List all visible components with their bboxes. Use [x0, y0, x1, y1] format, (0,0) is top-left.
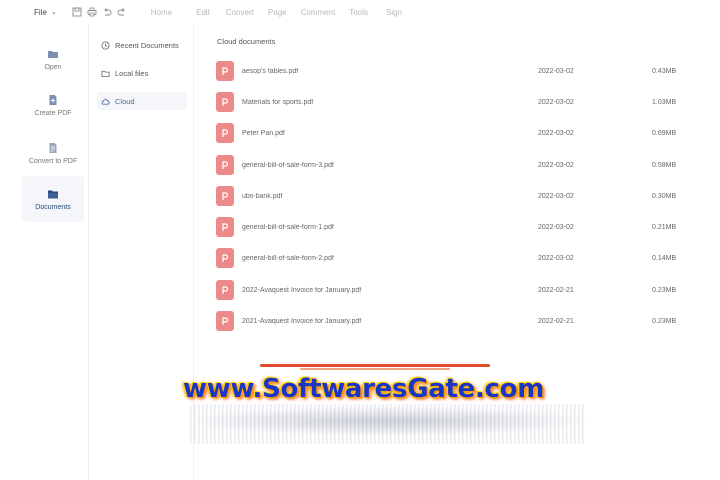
file-date: 2022-02-21 [538, 317, 574, 325]
file-menu[interactable]: File ⌄ [34, 8, 57, 17]
file-date: 2022-03-02 [538, 254, 574, 262]
pdf-file-icon [216, 61, 234, 81]
file-size: 0.69MB [652, 129, 677, 137]
file-date: 2022-03-02 [538, 192, 574, 200]
redo-icon[interactable] [116, 6, 128, 18]
pdf-file-icon [216, 311, 234, 331]
menu-convert[interactable]: Convert [226, 8, 254, 17]
file-row[interactable]: Materials for sports.pdf 2022-03-02 1.03… [216, 90, 696, 114]
clock-icon [101, 40, 110, 50]
menu-sign[interactable]: Sign [386, 8, 402, 17]
pdf-file-icon [216, 217, 234, 237]
file-size: 0.14MB [652, 254, 677, 262]
folder-icon [101, 70, 110, 77]
file-size: 0.21MB [652, 223, 677, 231]
file-date: 2022-03-02 [538, 129, 574, 137]
file-date: 2022-02-21 [538, 286, 574, 294]
convert-icon [49, 142, 57, 153]
file-name: general-bill-of-sale-form-3.pdf [242, 161, 334, 169]
file-row[interactable]: general-bill-of-sale-form-2.pdf 2022-03-… [216, 246, 696, 270]
cloud-icon [101, 98, 110, 105]
watermark-text: www.SoftwaresGate.com [183, 374, 544, 404]
menu-edit[interactable]: Edit [196, 8, 210, 17]
file-size: 0.23MB [652, 286, 677, 294]
file-row[interactable]: ubs-bank.pdf 2022-03-02 0.30MB [216, 184, 696, 208]
file-row[interactable]: 2022-Avaquest Invoice for January.pdf 20… [216, 278, 696, 302]
pdf-file-icon [216, 155, 234, 175]
file-name: aesop's fables.pdf [242, 67, 299, 75]
file-size: 0.58MB [652, 161, 677, 169]
file-date: 2022-03-02 [538, 67, 574, 75]
pdf-file-icon [216, 92, 234, 112]
rail-item-label: Convert to PDF [28, 157, 78, 165]
file-name: Peter Pan.pdf [242, 129, 285, 137]
pdf-file-icon [216, 248, 234, 268]
top-toolbar: File ⌄ Home Edit Convert Page Comment To… [0, 0, 720, 24]
file-date: 2022-03-02 [538, 223, 574, 231]
file-date: 2022-03-02 [538, 98, 574, 106]
folder-icon [48, 50, 58, 58]
left-rail: Open Create PDF Convert to PDF Documents [22, 30, 84, 480]
file-name: 2021-Avaquest Invoice for January.pdf [242, 317, 362, 325]
nav-item-local-files[interactable]: Local files [97, 64, 187, 82]
print-icon[interactable] [86, 6, 98, 18]
file-name: general-bill-of-sale-form-2.pdf [242, 254, 334, 262]
file-name: Materials for sports.pdf [242, 98, 314, 106]
menu-home[interactable]: Home [151, 8, 172, 17]
file-row[interactable]: 2021-Avaquest Invoice for January.pdf 20… [216, 309, 696, 333]
file-name: 2022-Avaquest Invoice for January.pdf [242, 286, 362, 294]
file-row[interactable]: Peter Pan.pdf 2022-03-02 0.69MB [216, 121, 696, 145]
menu-page[interactable]: Page [268, 8, 287, 17]
file-row[interactable]: general-bill-of-sale-form-3.pdf 2022-03-… [216, 153, 696, 177]
menu-tools[interactable]: Tools [349, 8, 368, 17]
file-row[interactable]: general-bill-of-sale-form-1.pdf 2022-03-… [216, 215, 696, 239]
pdf-file-icon [216, 186, 234, 206]
rail-item-documents[interactable]: Documents [22, 176, 84, 222]
rail-item-label: Documents [35, 203, 71, 211]
file-name: general-bill-of-sale-form-1.pdf [242, 223, 334, 231]
chevron-down-icon: ⌄ [50, 9, 57, 16]
file-size: 1.03MB [652, 98, 677, 106]
nav-item-label: Local files [115, 68, 149, 78]
page-title: Cloud documents [217, 37, 276, 46]
file-size: 0.30MB [652, 192, 677, 200]
nav-item-recent-documents[interactable]: Recent Documents [97, 36, 187, 54]
pdf-file-icon [216, 280, 234, 300]
documents-icon [48, 190, 58, 198]
rail-item-create-pdf[interactable]: Create PDF [22, 82, 84, 128]
menu-comment[interactable]: Comment [301, 8, 336, 17]
watermark-reflection [190, 404, 585, 444]
documents-nav: Recent Documents Local files Cloud [88, 24, 194, 480]
rail-item-convert-to-pdf[interactable]: Convert to PDF [22, 130, 84, 176]
main-menu: Home Edit Convert Page Comment Tools Sig… [151, 8, 402, 17]
nav-item-label: Cloud [115, 96, 135, 106]
file-menu-label: File [34, 7, 47, 17]
file-size: 0.23MB [652, 317, 677, 325]
rail-item-label: Create PDF [34, 109, 72, 117]
watermark-stripe [260, 364, 490, 367]
file-size: 0.43MB [652, 67, 677, 75]
undo-icon[interactable] [101, 6, 113, 18]
file-row[interactable]: aesop's fables.pdf 2022-03-02 0.43MB [216, 59, 696, 83]
nav-item-cloud[interactable]: Cloud [97, 92, 187, 110]
watermark-stripe [300, 368, 450, 370]
rail-item-label: Open [44, 63, 62, 71]
pdf-file-icon [216, 123, 234, 143]
save-icon[interactable] [71, 6, 83, 18]
create-pdf-icon [49, 94, 57, 105]
nav-item-label: Recent Documents [115, 40, 179, 50]
file-name: ubs-bank.pdf [242, 192, 283, 200]
file-date: 2022-03-02 [538, 161, 574, 169]
rail-item-open[interactable]: Open [22, 36, 84, 82]
